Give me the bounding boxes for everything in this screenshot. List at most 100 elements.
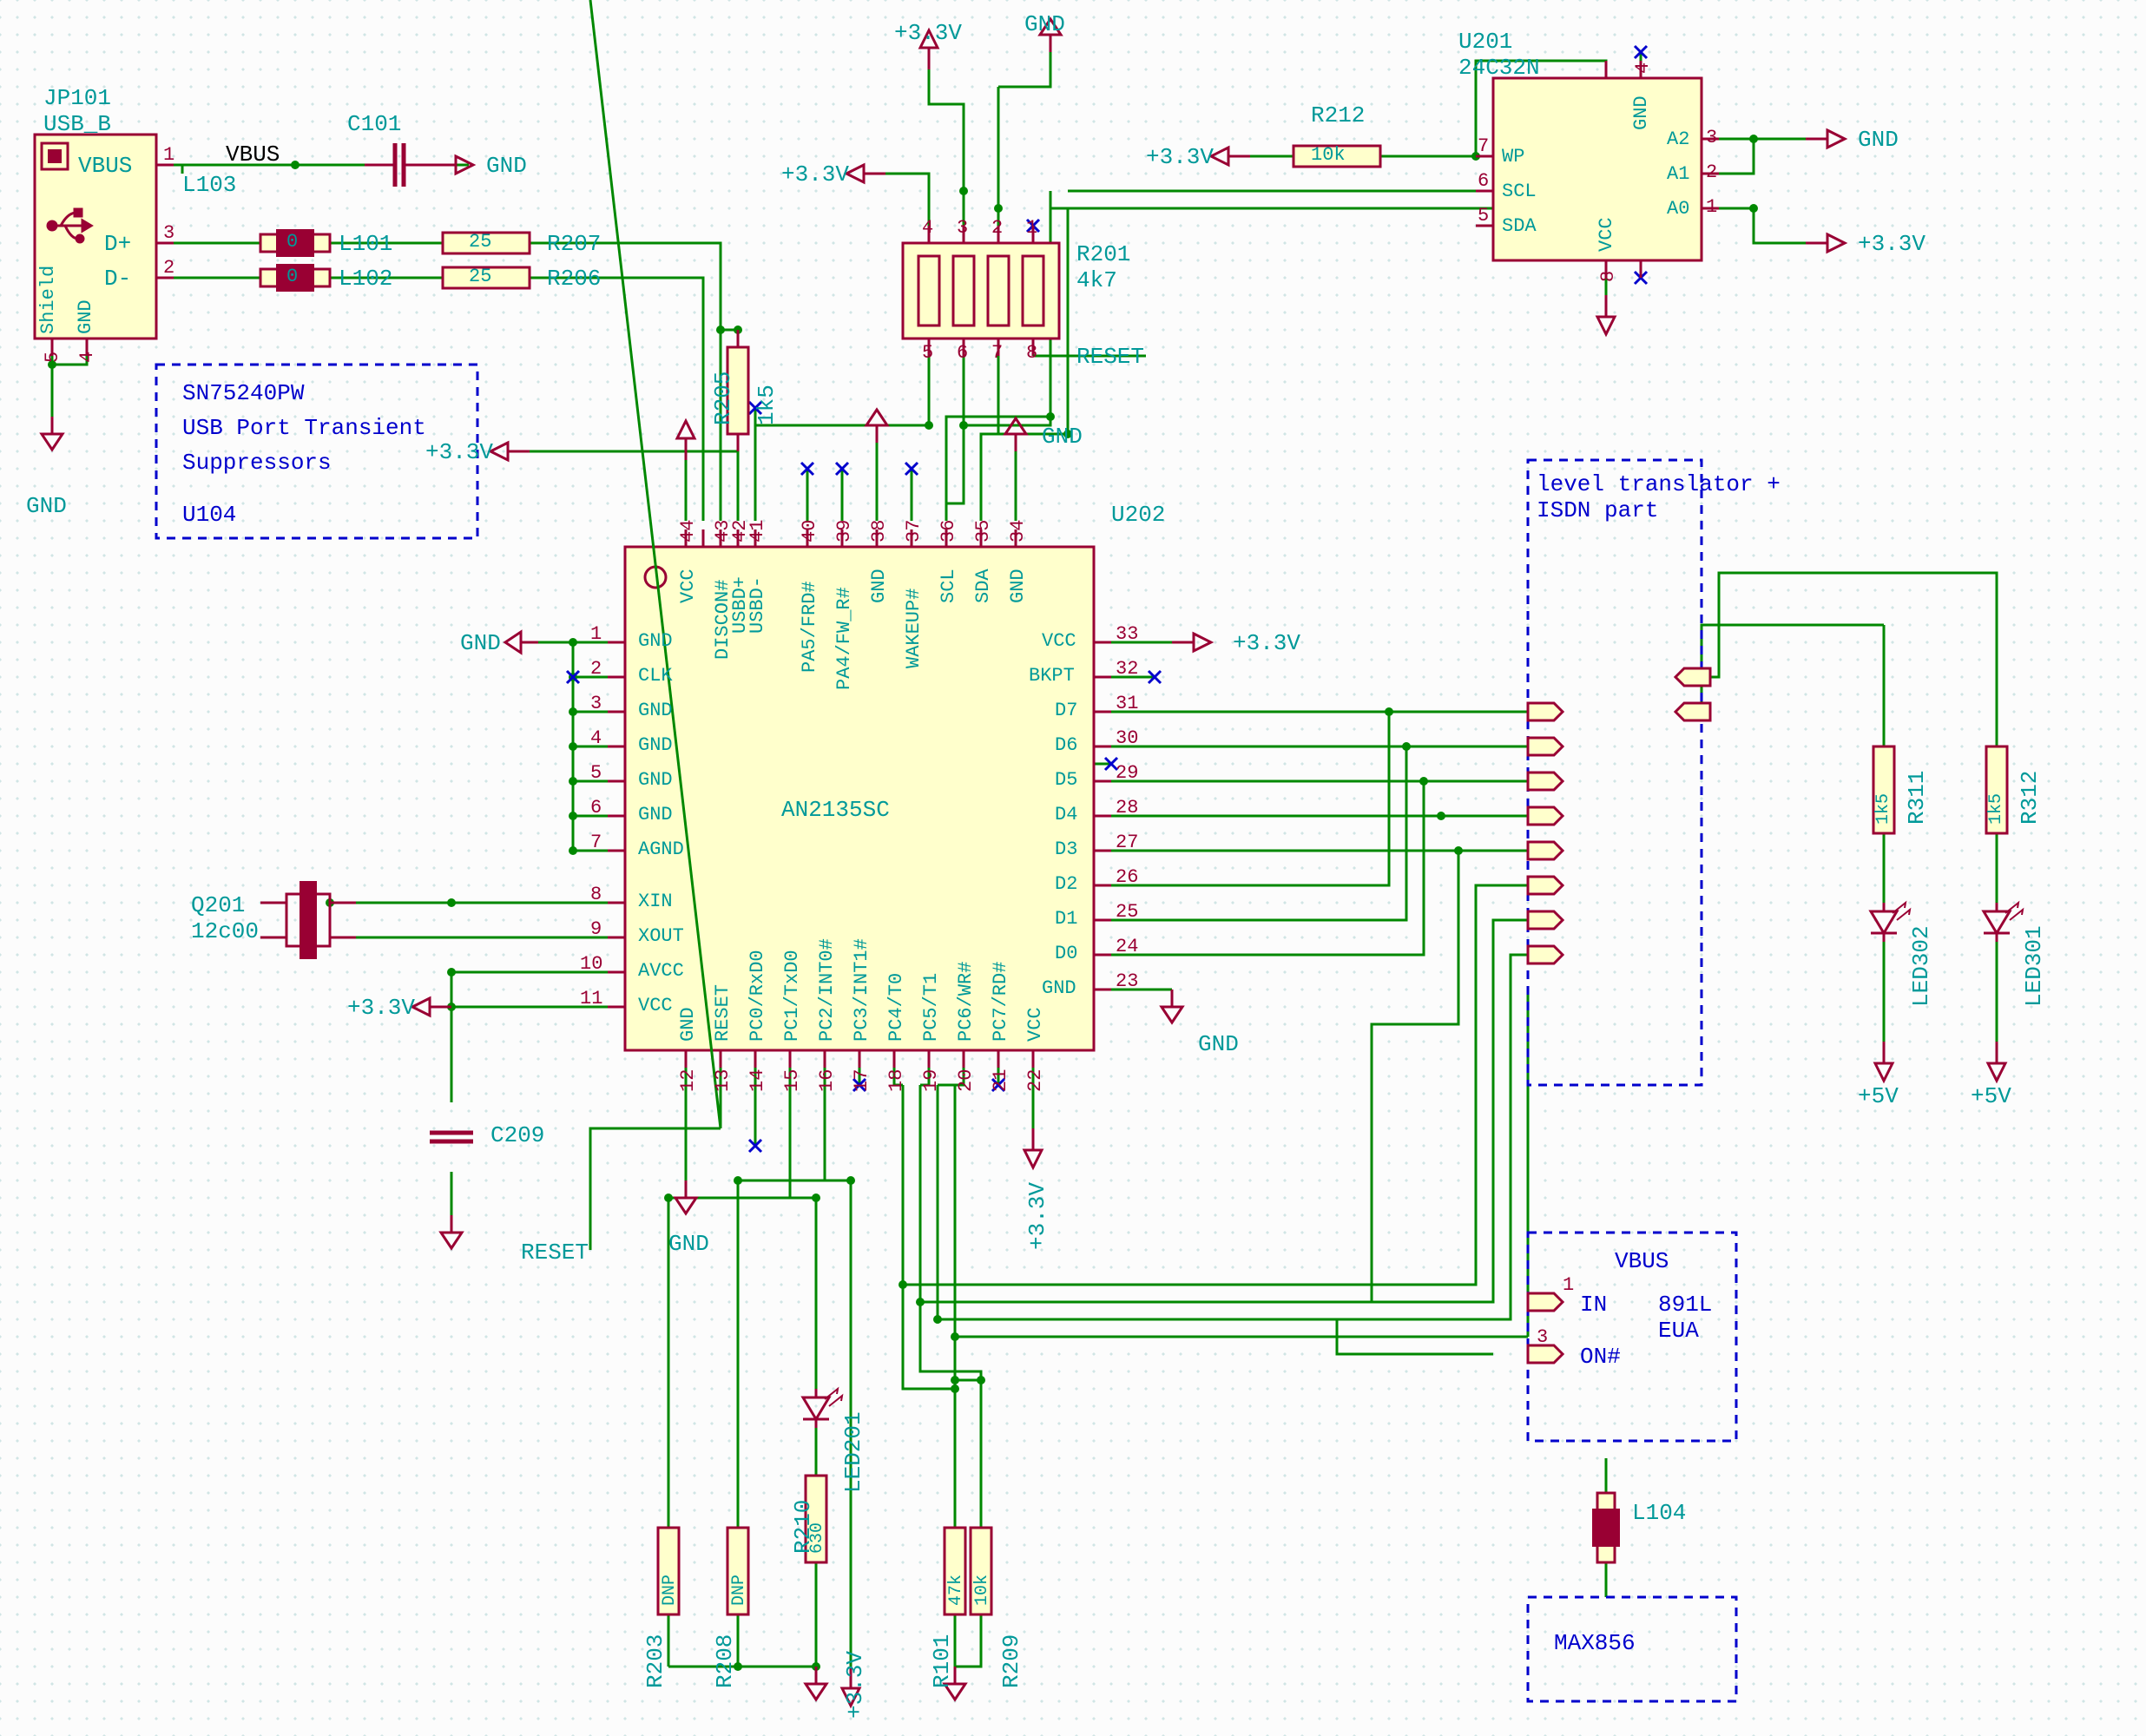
val-r208: DNP bbox=[731, 1575, 748, 1606]
u201-scl: SCL bbox=[1502, 182, 1537, 201]
eua-name: EUA bbox=[1658, 1319, 1699, 1342]
usb-vbus-label: VBUS bbox=[78, 155, 132, 177]
val-r210: 630 bbox=[809, 1522, 826, 1554]
usb-pin1: 1 bbox=[163, 146, 174, 165]
v33-left: +3.3V bbox=[347, 996, 415, 1019]
v33-mid: +3.3V bbox=[781, 163, 849, 186]
crystal-q201 bbox=[260, 881, 356, 959]
ref-led201: LED201 bbox=[842, 1411, 865, 1493]
schematic-canvas bbox=[0, 0, 2146, 1736]
ref-l104: L104 bbox=[1632, 1502, 1686, 1524]
ref-q201: Q201 bbox=[191, 894, 245, 917]
u104-line1: SN75240PW bbox=[182, 382, 304, 404]
eua-ref: 891L bbox=[1658, 1293, 1712, 1316]
gnd-top: GND bbox=[1024, 13, 1065, 36]
gnd-u202-t: GND bbox=[1042, 425, 1083, 448]
val-r212: 10k bbox=[1311, 146, 1346, 165]
ferrite-l104 bbox=[1592, 1493, 1620, 1562]
u201-gnd: GND bbox=[1632, 95, 1651, 130]
ref-r201: R201 bbox=[1076, 243, 1130, 266]
v33-bot: +3.3V bbox=[844, 1651, 866, 1719]
u104-line2: USB Port Transient bbox=[182, 417, 426, 439]
ref-r203: R203 bbox=[644, 1634, 667, 1688]
ref-r205: R205 bbox=[712, 372, 734, 425]
ref-l101: L101 bbox=[339, 233, 392, 255]
ref-r206: R206 bbox=[547, 267, 601, 290]
usb-shield-label: Shield bbox=[39, 266, 58, 334]
v33-u202-r: +3.3V bbox=[1233, 632, 1300, 654]
val-r203: DNP bbox=[662, 1575, 679, 1606]
val-r209: 10k bbox=[974, 1575, 991, 1606]
level-line1: level translator + bbox=[1537, 473, 1781, 496]
u104-line3: Suppressors bbox=[182, 451, 332, 474]
reset-net1: RESET bbox=[1076, 345, 1144, 368]
usb-dplus-label: D+ bbox=[104, 233, 131, 255]
usb-gnd-label: GND bbox=[76, 299, 95, 334]
ref-r207: R207 bbox=[547, 233, 601, 255]
capacitor-c209 bbox=[430, 1133, 473, 1141]
ref-jp101: JP101 bbox=[43, 87, 111, 109]
led-led302 bbox=[1871, 903, 1910, 942]
u201-a2: A2 bbox=[1667, 130, 1689, 149]
ref-c209: C209 bbox=[490, 1124, 544, 1147]
u201-a1: A1 bbox=[1667, 165, 1689, 184]
ref-r212: R212 bbox=[1311, 104, 1365, 127]
val-u202: AN2135SC bbox=[781, 799, 890, 821]
eua-vbus: VBUS bbox=[1615, 1250, 1669, 1272]
val-r205: 1k5 bbox=[755, 385, 778, 425]
val-jp101: USB_B bbox=[43, 113, 111, 135]
val-q201: 12c00 bbox=[191, 920, 259, 943]
ref-c101: C101 bbox=[347, 113, 401, 135]
led-led301 bbox=[1984, 903, 2023, 942]
ref-led301: LED301 bbox=[2023, 925, 2045, 1007]
gnd-u202-b: GND bbox=[668, 1233, 709, 1255]
level-line2: ISDN part bbox=[1537, 499, 1658, 522]
u201-vcc: VCC bbox=[1597, 217, 1616, 252]
usb-dminus-label: D- bbox=[104, 267, 131, 290]
ref-r312: R312 bbox=[2018, 771, 2041, 825]
u201-gnd-label: GND bbox=[1858, 128, 1899, 151]
usb-pin2: 2 bbox=[163, 259, 174, 278]
usb-pin4: 4 bbox=[78, 352, 97, 363]
power-3v3 bbox=[490, 443, 530, 460]
ref-l103: L103 bbox=[182, 174, 236, 196]
v33-top: +3.3V bbox=[894, 22, 962, 44]
ref-l102: L102 bbox=[339, 267, 392, 290]
capacitor-c101 bbox=[395, 143, 404, 187]
u201-a0: A0 bbox=[1667, 200, 1689, 219]
power-3v3 bbox=[412, 998, 451, 1016]
val-r312: 1k5 bbox=[1988, 793, 2005, 825]
usb-pin5: 5 bbox=[43, 352, 63, 363]
gnd-label-c101: GND bbox=[486, 155, 527, 177]
val-l101: 0 bbox=[286, 233, 298, 252]
gnd-u202-r: GND bbox=[1198, 1033, 1239, 1055]
max856-text: MAX856 bbox=[1554, 1632, 1636, 1654]
u201-wp: WP bbox=[1502, 148, 1524, 167]
ref-r209: R209 bbox=[1000, 1634, 1023, 1688]
val-r201: 4k7 bbox=[1076, 269, 1117, 292]
val-r101: 47k bbox=[948, 1575, 965, 1606]
val-r311: 1k5 bbox=[1875, 793, 1893, 825]
reset-net2: RESET bbox=[521, 1241, 589, 1264]
val-l102: 0 bbox=[286, 267, 298, 286]
usb-pin3: 3 bbox=[163, 224, 174, 243]
ref-r101: R101 bbox=[931, 1634, 953, 1688]
u201-sda: SDA bbox=[1502, 217, 1537, 236]
ref-led302: LED302 bbox=[1910, 925, 1932, 1007]
ref-r208: R208 bbox=[714, 1634, 736, 1688]
net-vbus: VBUS bbox=[226, 143, 280, 166]
u104-ref: U104 bbox=[182, 503, 236, 526]
eua-in: IN bbox=[1580, 1293, 1607, 1316]
v33-r212: +3.3V bbox=[1146, 146, 1214, 168]
led-led201 bbox=[803, 1389, 842, 1428]
eua-on: ON# bbox=[1580, 1345, 1621, 1368]
ref-u201: U201 bbox=[1458, 30, 1512, 53]
gnd-u202-left: GND bbox=[460, 632, 501, 654]
resistor-network-r201 bbox=[903, 226, 1059, 356]
val-r207: 25 bbox=[469, 233, 491, 252]
ref-r311: R311 bbox=[1906, 771, 1928, 825]
v33-r205: +3.3V bbox=[425, 441, 493, 464]
v5-2: +5V bbox=[1971, 1085, 2011, 1108]
val-r206: 25 bbox=[469, 267, 491, 286]
v33-u202-b: +3.3V bbox=[1026, 1182, 1049, 1250]
